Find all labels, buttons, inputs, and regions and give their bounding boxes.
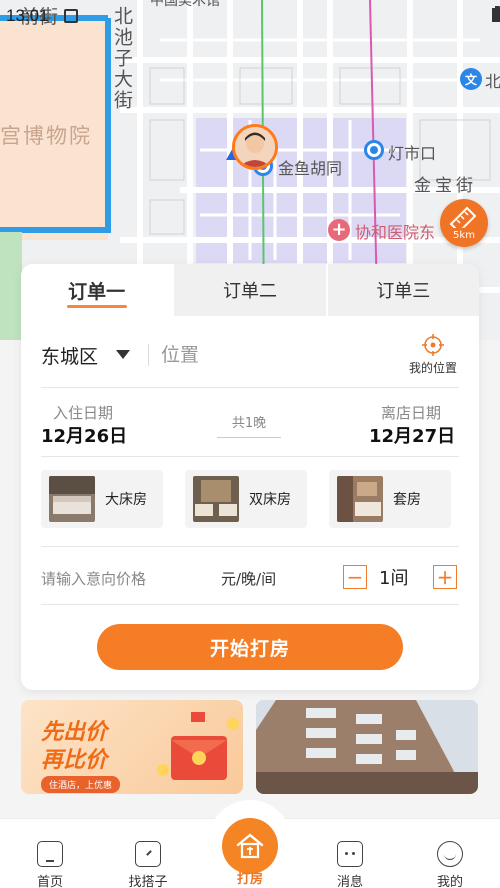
map-label-hospital: 协和医院东 — [355, 223, 436, 242]
order-card: 订单一 订单二 订单三 东城区 我的位置 入住日期 12月26日 共1晚 离店日… — [21, 264, 479, 690]
tab-label: 订单一 — [68, 280, 126, 303]
district-selector[interactable]: 东城区 — [41, 342, 98, 369]
rooms-increment-button[interactable]: + — [433, 565, 457, 589]
promo-tag: 住酒店，上优惠 — [41, 776, 121, 793]
compass-icon — [135, 841, 161, 867]
room-type-king[interactable]: 大床房 — [41, 470, 163, 528]
hotel-house-icon — [236, 833, 264, 859]
room-type-suite[interactable]: 套房 — [329, 470, 451, 528]
checkin-label: 入住日期 — [53, 404, 114, 422]
nav-label-active[interactable]: 打房 — [220, 868, 280, 887]
culture-poi-icon: 文 — [460, 68, 482, 90]
divider — [41, 387, 459, 388]
my-location-button[interactable]: 我的位置 — [401, 334, 465, 376]
order-tabs: 订单一 订单二 订单三 — [21, 264, 479, 316]
nav-home[interactable]: 首页 — [20, 841, 80, 888]
my-location-label: 我的位置 — [408, 361, 457, 375]
room-type-label: 套房 — [393, 492, 421, 508]
room-thumbnail — [193, 476, 239, 522]
map-label-street-right: 金宝街 — [414, 176, 477, 196]
nav-find-partner[interactable]: 找搭子 — [118, 841, 178, 888]
location-input[interactable] — [161, 340, 381, 370]
tab-order-3[interactable]: 订单三 — [327, 264, 479, 316]
divider — [41, 604, 459, 605]
tab-order-1[interactable]: 订单一 — [21, 264, 173, 316]
checkin-date[interactable]: 12月26日 — [41, 422, 127, 448]
nights-count: 共1晚 — [217, 412, 281, 438]
smile-icon — [437, 841, 463, 867]
red-envelope-icon — [157, 712, 239, 780]
nav-label: 消息 — [336, 875, 363, 888]
price-unit: 元/晚/间 — [221, 570, 277, 588]
battery-icon — [492, 6, 500, 22]
checkout-date[interactable]: 12月27日 — [369, 422, 455, 448]
divider — [41, 546, 459, 547]
room-thumbnail — [337, 476, 383, 522]
map-label-museum: 宫博物院 — [0, 124, 92, 148]
map-label-poi-right: 北 — [485, 72, 500, 91]
nav-label: 我的 — [436, 875, 463, 888]
rooms-count: 1间 — [379, 568, 409, 589]
promo-line-2: 再比价 — [41, 748, 108, 773]
home-icon — [37, 841, 63, 867]
range-button[interactable]: 5km — [440, 199, 488, 247]
nav-label: 找搭子 — [128, 875, 168, 888]
metro-station-icon — [364, 140, 384, 160]
start-booking-button[interactable]: 开始打房 — [97, 624, 403, 670]
divider — [41, 456, 459, 457]
promo-banner[interactable]: 先出价 再比价 住酒店，上优惠 — [21, 700, 243, 794]
nav-book-room[interactable] — [222, 818, 278, 874]
nav-label: 首页 — [36, 875, 63, 888]
tab-order-2[interactable]: 订单二 — [172, 264, 328, 316]
tab-active-indicator — [66, 305, 127, 308]
checkout-label: 离店日期 — [381, 404, 442, 422]
status-bar: 13:01 — [0, 0, 500, 32]
hotel-banner[interactable] — [256, 700, 478, 794]
map-label-metro-jinyu: 金鱼胡同 — [278, 159, 343, 178]
hotel-photo — [256, 700, 478, 794]
status-time: 13:01 — [6, 6, 49, 25]
tab-label: 订单二 — [222, 281, 277, 302]
user-avatar-marker[interactable] — [232, 124, 278, 170]
range-label: 5km — [453, 230, 475, 241]
tab-label: 订单三 — [376, 281, 431, 302]
nav-messages[interactable]: 消息 — [320, 841, 380, 888]
room-thumbnail — [49, 476, 95, 522]
room-type-label: 大床房 — [105, 492, 147, 508]
ruler-icon — [449, 206, 477, 228]
room-type-label: 双床房 — [249, 492, 291, 508]
hospital-icon: + — [328, 219, 350, 241]
locate-icon — [422, 334, 444, 356]
message-icon — [337, 841, 363, 867]
notification-icon — [64, 9, 78, 23]
nav-profile[interactable]: 我的 — [420, 841, 480, 888]
divider — [148, 344, 149, 366]
room-type-twin[interactable]: 双床房 — [185, 470, 307, 528]
rooms-decrement-button[interactable]: − — [343, 565, 367, 589]
price-input[interactable]: 请输入意向价格 — [41, 568, 146, 589]
caret-down-icon[interactable] — [116, 350, 130, 359]
map-label-metro-dengshikou: 灯市口 — [388, 144, 437, 163]
